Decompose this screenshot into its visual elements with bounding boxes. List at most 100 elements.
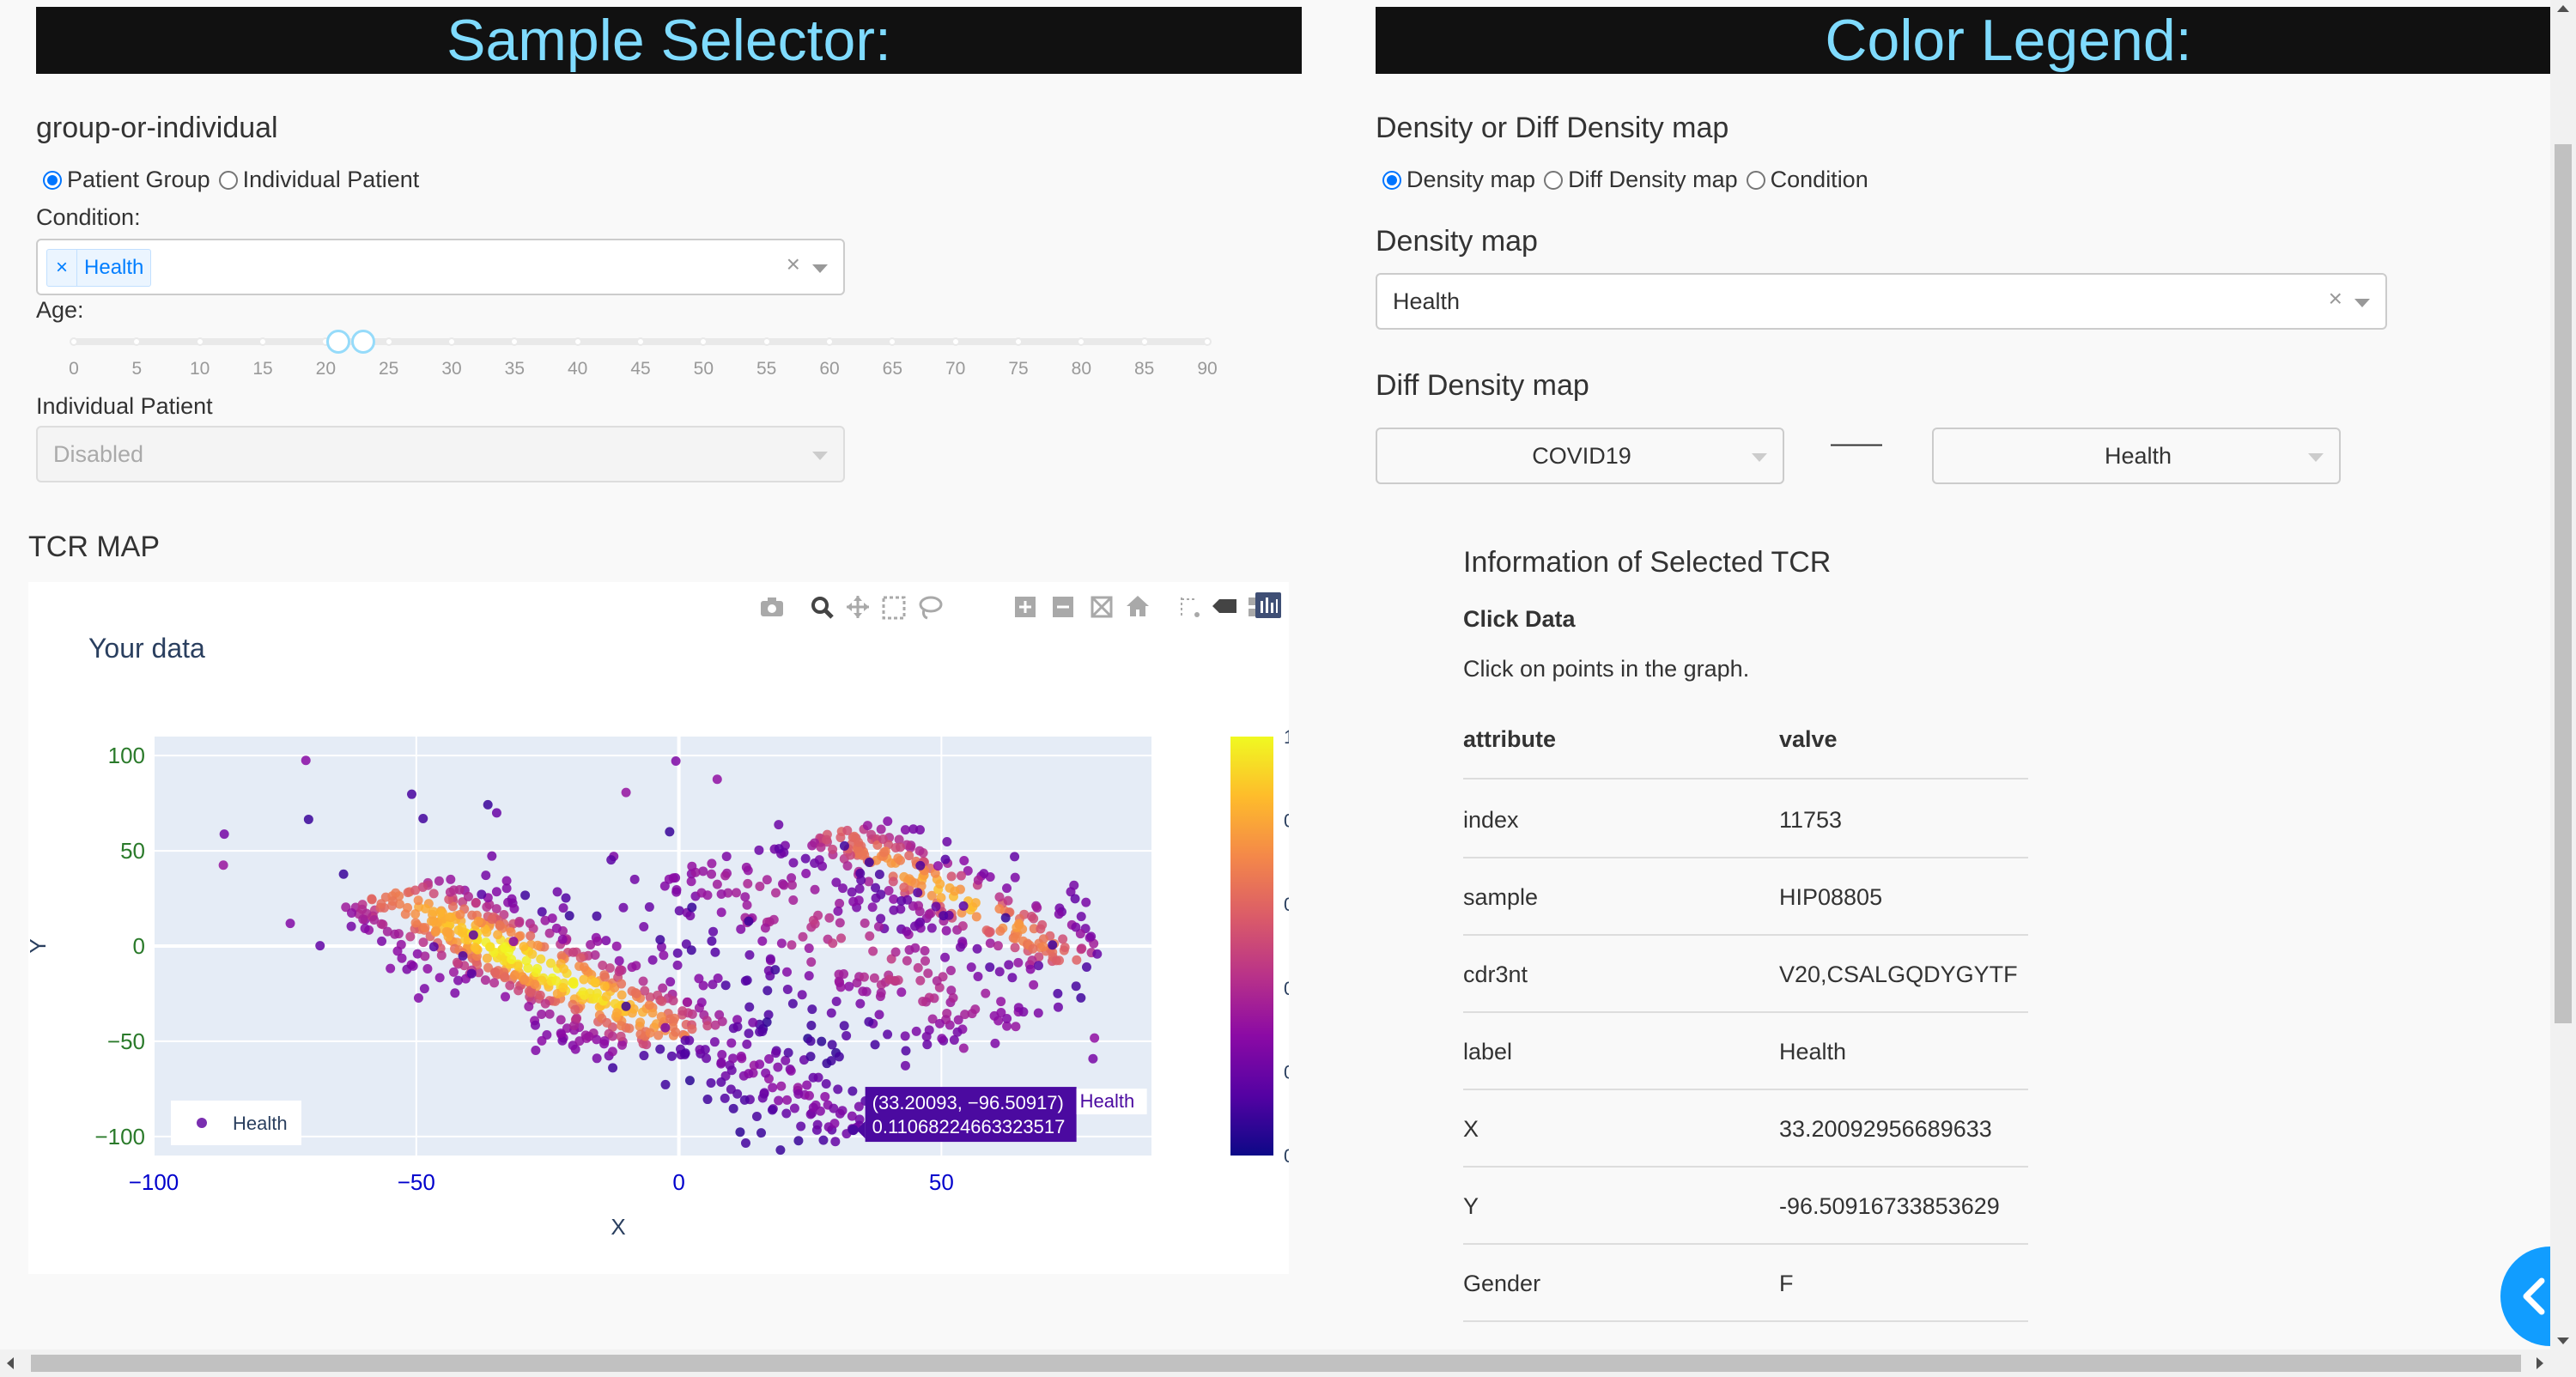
scatter-point[interactable] [940,854,951,864]
scatter-point[interactable] [660,1079,671,1089]
scatter-point[interactable] [743,878,753,889]
scatter-point[interactable] [530,979,540,989]
scatter-point[interactable] [639,922,649,932]
scatter-point[interactable] [812,1119,823,1130]
scatter-point[interactable] [818,1135,829,1145]
scatter-point[interactable] [796,1121,806,1131]
scatter-point[interactable] [500,943,510,953]
scatter-point[interactable] [524,1001,534,1011]
scatter-point[interactable] [1081,962,1091,973]
scatter-point[interactable] [592,936,603,946]
scatter-point[interactable] [627,962,637,973]
scatter-point[interactable] [601,992,611,1002]
scatter-point[interactable] [779,880,789,890]
scatter-point[interactable] [761,1068,771,1078]
scatter-point[interactable] [1037,919,1048,930]
scatter-point[interactable] [804,971,814,981]
scatter-point[interactable] [783,1047,793,1058]
scatter-point[interactable] [431,925,441,936]
scatter-point[interactable] [575,953,586,963]
scatter-point[interactable] [942,836,952,846]
scatter-point[interactable] [760,923,770,933]
scatter-point[interactable] [413,992,423,1003]
scatter-point[interactable] [769,914,779,925]
scatter-point[interactable] [822,834,832,845]
scatter-point[interactable] [679,1049,690,1059]
scatter-point[interactable] [873,921,884,931]
scatter-point[interactable] [1032,902,1042,913]
radio-individual-patient-circle[interactable] [218,170,238,190]
scatter-point[interactable] [721,852,732,862]
scatter-point[interactable] [860,918,870,928]
scatter-point[interactable] [774,844,784,854]
scatter-point[interactable] [751,1111,762,1121]
scatter-point[interactable] [802,1080,812,1090]
scatter-point[interactable] [665,827,675,837]
scatter-point[interactable] [685,911,696,921]
radio-condition[interactable]: Condition [1746,167,1868,193]
scatter-point[interactable] [860,972,870,982]
age-slider-dot[interactable] [195,337,204,346]
scatter-point[interactable] [376,899,386,909]
scatter-point[interactable] [836,933,847,943]
scatter-point[interactable] [972,943,982,954]
scatter-point[interactable] [765,954,775,964]
diff-right-dropdown[interactable]: Health [1932,428,2341,484]
spike-icon[interactable] [1181,598,1200,617]
scatter-point[interactable] [726,1084,736,1095]
scatter-point[interactable] [606,855,617,865]
scatter-point[interactable] [793,1089,804,1099]
scatter-point[interactable] [1013,957,1024,968]
scatter-point[interactable] [864,858,874,868]
scatter-point[interactable] [726,1065,737,1076]
scatter-point[interactable] [568,947,579,957]
scatter-point[interactable] [744,1069,754,1079]
scatter-point[interactable] [702,1053,712,1064]
scatter-point[interactable] [828,938,838,949]
scatter-point[interactable] [617,979,627,989]
scatter-point[interactable] [700,1045,710,1055]
camera-icon[interactable] [761,598,783,616]
scatter-point[interactable] [744,949,755,960]
scatter-point[interactable] [408,961,418,971]
condition-dropdown[interactable]: × Health × [36,239,845,295]
scatter-point[interactable] [831,997,841,1007]
scatter-point[interactable] [1010,933,1020,943]
scatter-point[interactable] [608,1063,618,1073]
scatter-point[interactable] [833,1084,843,1095]
scatter-point[interactable] [774,1095,784,1106]
scatter-point[interactable] [660,1022,671,1033]
scatter-point[interactable] [806,1020,817,1030]
scatter-point[interactable] [948,992,958,1003]
clear-icon[interactable]: × [2329,285,2342,312]
scatter-point[interactable] [453,975,464,986]
scatter-point[interactable] [532,963,543,974]
scatter-point[interactable] [1071,981,1081,992]
scatter-point[interactable] [434,876,444,886]
scatter-point[interactable] [621,1001,631,1011]
scatter-point[interactable] [781,1108,792,1119]
scatter-point[interactable] [360,924,370,934]
scatter-point[interactable] [602,1017,612,1028]
scatter-point[interactable] [716,1077,726,1088]
scatter-point[interactable] [657,996,667,1006]
scatter-point[interactable] [924,909,934,919]
diff-left-dropdown[interactable]: COVID19 [1376,428,1784,484]
scatter-point[interactable] [804,1090,814,1101]
scatter-point[interactable] [694,974,704,984]
scatter-point[interactable] [710,1020,720,1030]
scatter-point[interactable] [556,1028,566,1039]
scatter-point[interactable] [487,851,497,861]
scatter-point[interactable] [519,942,529,952]
scatter-point[interactable] [800,853,811,864]
scatter-point[interactable] [824,913,835,923]
scatter-point[interactable] [669,1013,679,1023]
scatter-point[interactable] [485,942,495,952]
scatter-point[interactable] [890,947,901,957]
scatter-point[interactable] [932,976,942,986]
scatter-point[interactable] [506,927,516,937]
scatter-point[interactable] [1058,934,1068,944]
age-slider-dot[interactable] [258,337,267,346]
scatter-point[interactable] [740,1138,750,1149]
scatter-point[interactable] [990,1038,1000,1048]
